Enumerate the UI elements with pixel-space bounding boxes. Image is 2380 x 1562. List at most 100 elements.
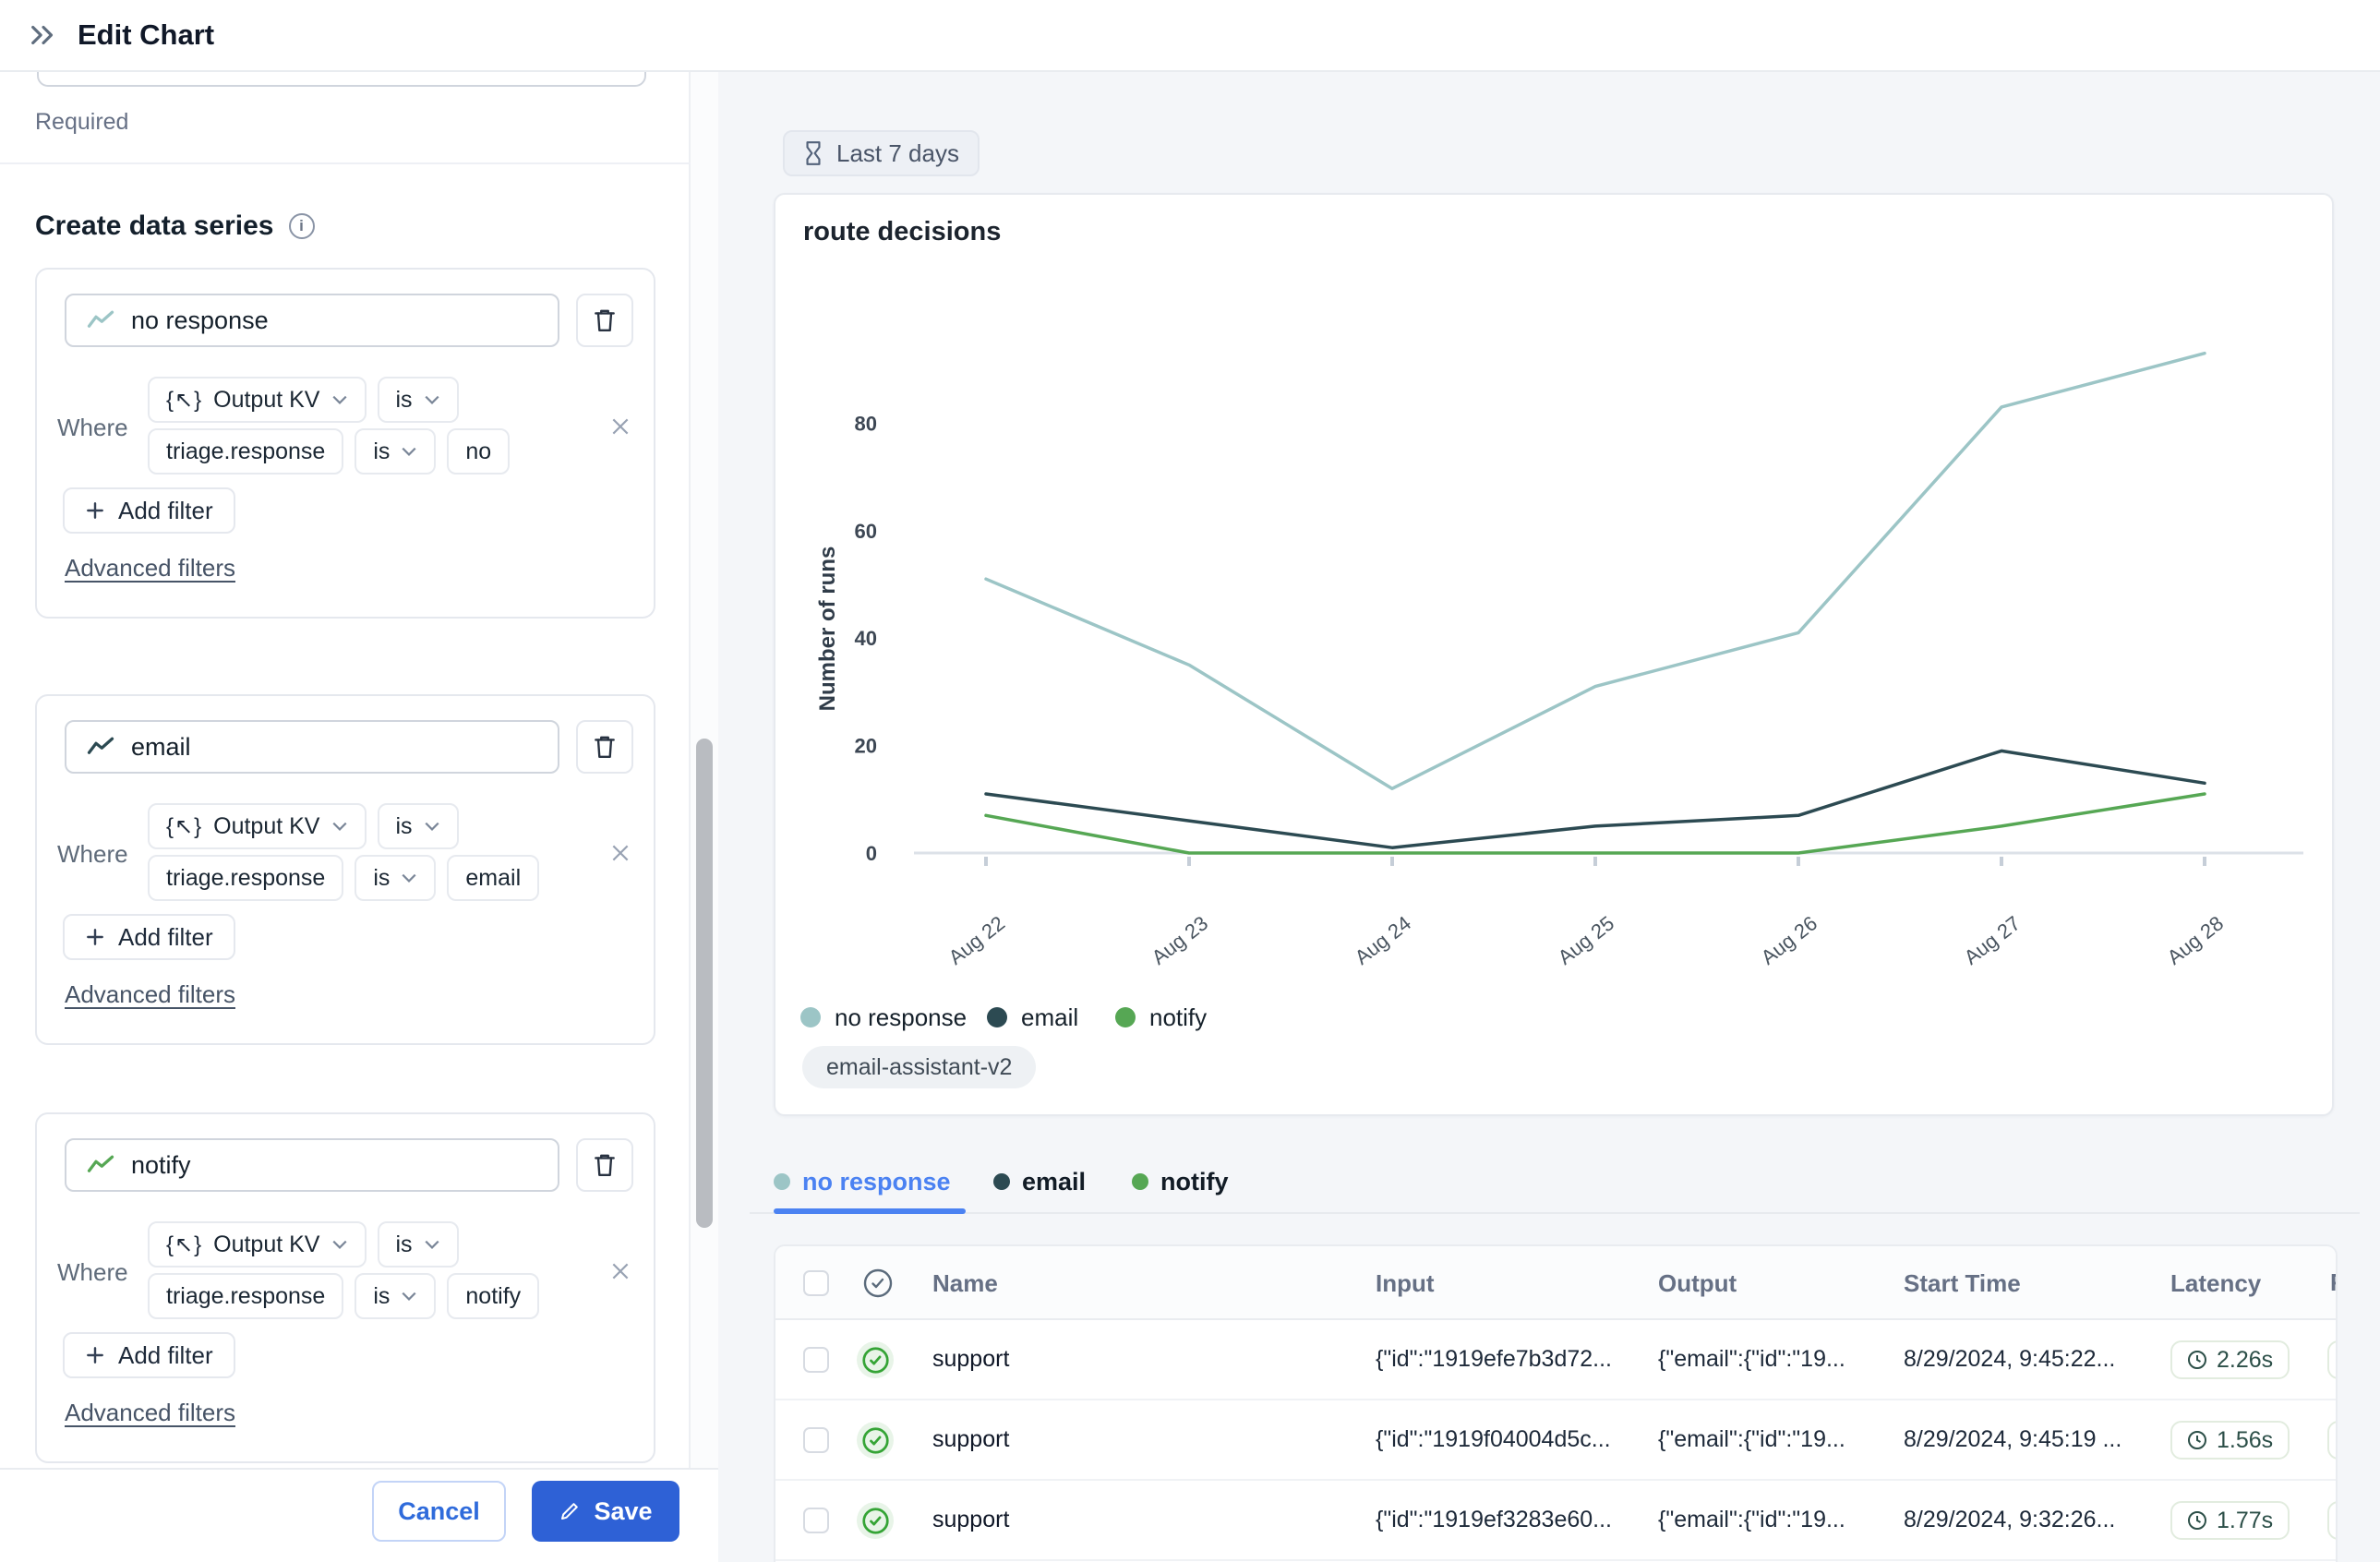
tab-email[interactable]: email (993, 1165, 1086, 1198)
column-header-input[interactable]: Input (1376, 1269, 1435, 1298)
add-filter-button[interactable]: Add filter (63, 914, 235, 960)
chevron-down-icon (331, 394, 348, 405)
tab-strip-divider (750, 1212, 2360, 1214)
table-row[interactable]: support {"id":"1919efe7b3d72... {"email"… (775, 1320, 2336, 1400)
remove-filter-icon[interactable] (606, 1256, 635, 1286)
svg-text:0: 0 (866, 842, 877, 865)
filter-field-row: {↖} Output KV is (148, 377, 459, 423)
filter-key-input[interactable]: triage.response (148, 855, 343, 901)
clipped-badge (2327, 1501, 2338, 1540)
filter-key-row: triage.response is no (148, 428, 510, 475)
plus-icon (85, 500, 105, 521)
truncated-input-field[interactable] (37, 72, 646, 87)
clipped-badge (2327, 1340, 2338, 1379)
delete-series-button[interactable] (576, 720, 633, 774)
run-output: {"email":{"id":"19... (1658, 1426, 1845, 1453)
trend-line-icon (87, 309, 114, 331)
remove-filter-icon[interactable] (606, 412, 635, 441)
series-dot (1132, 1173, 1148, 1190)
filter-field-row: {↖} Output KV is (148, 1221, 459, 1268)
add-filter-button[interactable]: Add filter (63, 1332, 235, 1378)
filter-key-input[interactable]: triage.response (148, 1273, 343, 1319)
trend-line-icon (87, 1154, 114, 1176)
project-tag: email-assistant-v2 (802, 1046, 1036, 1088)
table-row[interactable]: support {"id":"1919ef3283e60... {"email"… (775, 1481, 2336, 1561)
cancel-button[interactable]: Cancel (372, 1481, 506, 1542)
svg-text:40: 40 (855, 627, 877, 650)
where-label: Where (57, 414, 128, 442)
where-label: Where (57, 840, 128, 869)
clipped-badge (2327, 1421, 2338, 1460)
kv-icon: {↖} (166, 387, 202, 414)
run-output: {"email":{"id":"19... (1658, 1507, 1845, 1533)
row-checkbox[interactable] (803, 1347, 829, 1373)
success-status-icon (857, 1422, 894, 1459)
chart-preview-panel: Last 7 days route decisions Aug 22Aug 23… (718, 72, 2380, 1562)
filter-operator-dropdown[interactable]: is (378, 803, 459, 849)
filter-key-operator-dropdown[interactable]: is (355, 428, 436, 475)
row-checkbox[interactable] (803, 1508, 829, 1533)
filter-key-input[interactable]: triage.response (148, 428, 343, 475)
tab-notify[interactable]: notify (1132, 1165, 1229, 1198)
remove-filter-icon[interactable] (606, 838, 635, 868)
filter-key-operator-dropdown[interactable]: is (355, 855, 436, 901)
line-chart: Aug 22Aug 23Aug 24Aug 25Aug 26Aug 27Aug … (775, 195, 2336, 1118)
run-input: {"id":"1919f04004d5c... (1376, 1426, 1611, 1453)
series-name-input[interactable]: no response (65, 294, 559, 347)
column-header-latency[interactable]: Latency (2170, 1269, 2261, 1298)
run-name: support (932, 1507, 1009, 1533)
column-header-name[interactable]: Name (932, 1269, 998, 1298)
advanced-filters-link[interactable]: Advanced filters (65, 980, 235, 1009)
chevron-down-icon (331, 821, 348, 832)
column-header-output[interactable]: Output (1658, 1269, 1737, 1298)
filter-value-input[interactable]: no (447, 428, 510, 475)
filter-field-dropdown[interactable]: {↖} Output KV (148, 1221, 367, 1268)
table-row[interactable]: support {"id":"1919f04004d5c... {"email"… (775, 1400, 2336, 1481)
clock-icon (2187, 1430, 2207, 1450)
series-name-input[interactable]: email (65, 720, 559, 774)
svg-text:Aug 28: Aug 28 (2163, 911, 2228, 969)
series-dot (774, 1173, 790, 1190)
legend-item[interactable]: email (987, 1005, 1078, 1029)
filter-operator-dropdown[interactable]: is (378, 1221, 459, 1268)
delete-series-button[interactable] (576, 1138, 633, 1192)
delete-series-button[interactable] (576, 294, 633, 347)
form-scrollbar-thumb[interactable] (696, 739, 713, 1228)
advanced-filters-link[interactable]: Advanced filters (65, 1399, 235, 1427)
filter-field-dropdown[interactable]: {↖} Output KV (148, 377, 367, 423)
series-name-input[interactable]: notify (65, 1138, 559, 1192)
series-dot (993, 1173, 1010, 1190)
advanced-filters-link[interactable]: Advanced filters (65, 554, 235, 583)
page-title: Edit Chart (78, 18, 214, 52)
clock-icon (2187, 1510, 2207, 1531)
add-filter-button[interactable]: Add filter (63, 487, 235, 534)
select-all-checkbox[interactable] (803, 1270, 829, 1296)
filter-key-operator-dropdown[interactable]: is (355, 1273, 436, 1319)
filter-operator-dropdown[interactable]: is (378, 377, 459, 423)
chevron-down-icon (424, 821, 440, 832)
filter-value-input[interactable]: notify (447, 1273, 539, 1319)
filter-value-input[interactable]: email (447, 855, 539, 901)
legend-item[interactable]: no response (800, 1005, 967, 1029)
filter-field-dropdown[interactable]: {↖} Output KV (148, 803, 367, 849)
info-icon[interactable]: i (289, 213, 315, 239)
svg-text:60: 60 (855, 520, 877, 543)
tab-no-response[interactable]: no response (774, 1165, 951, 1198)
create-data-series-heading: Create data series i (35, 210, 315, 242)
time-range-chip[interactable]: Last 7 days (783, 130, 980, 176)
run-start-time: 8/29/2024, 9:45:19 ... (1904, 1426, 2122, 1453)
run-start-time: 8/29/2024, 9:45:22... (1904, 1346, 2115, 1373)
svg-text:Aug 27: Aug 27 (1960, 911, 2025, 969)
chart-card: route decisions Aug 22Aug 23Aug 24Aug 25… (774, 193, 2334, 1116)
status-column-icon[interactable] (862, 1268, 894, 1299)
save-button[interactable]: Save (532, 1481, 679, 1542)
legend-item[interactable]: notify (1115, 1005, 1207, 1029)
run-name: support (932, 1426, 1009, 1453)
run-name: support (932, 1346, 1009, 1373)
row-checkbox[interactable] (803, 1427, 829, 1453)
success-status-icon (857, 1341, 894, 1378)
svg-text:80: 80 (855, 412, 877, 435)
collapse-panel-icon[interactable] (28, 19, 59, 51)
column-header-start-time[interactable]: Start Time (1904, 1269, 2021, 1298)
filter-field-row: {↖} Output KV is (148, 803, 459, 849)
